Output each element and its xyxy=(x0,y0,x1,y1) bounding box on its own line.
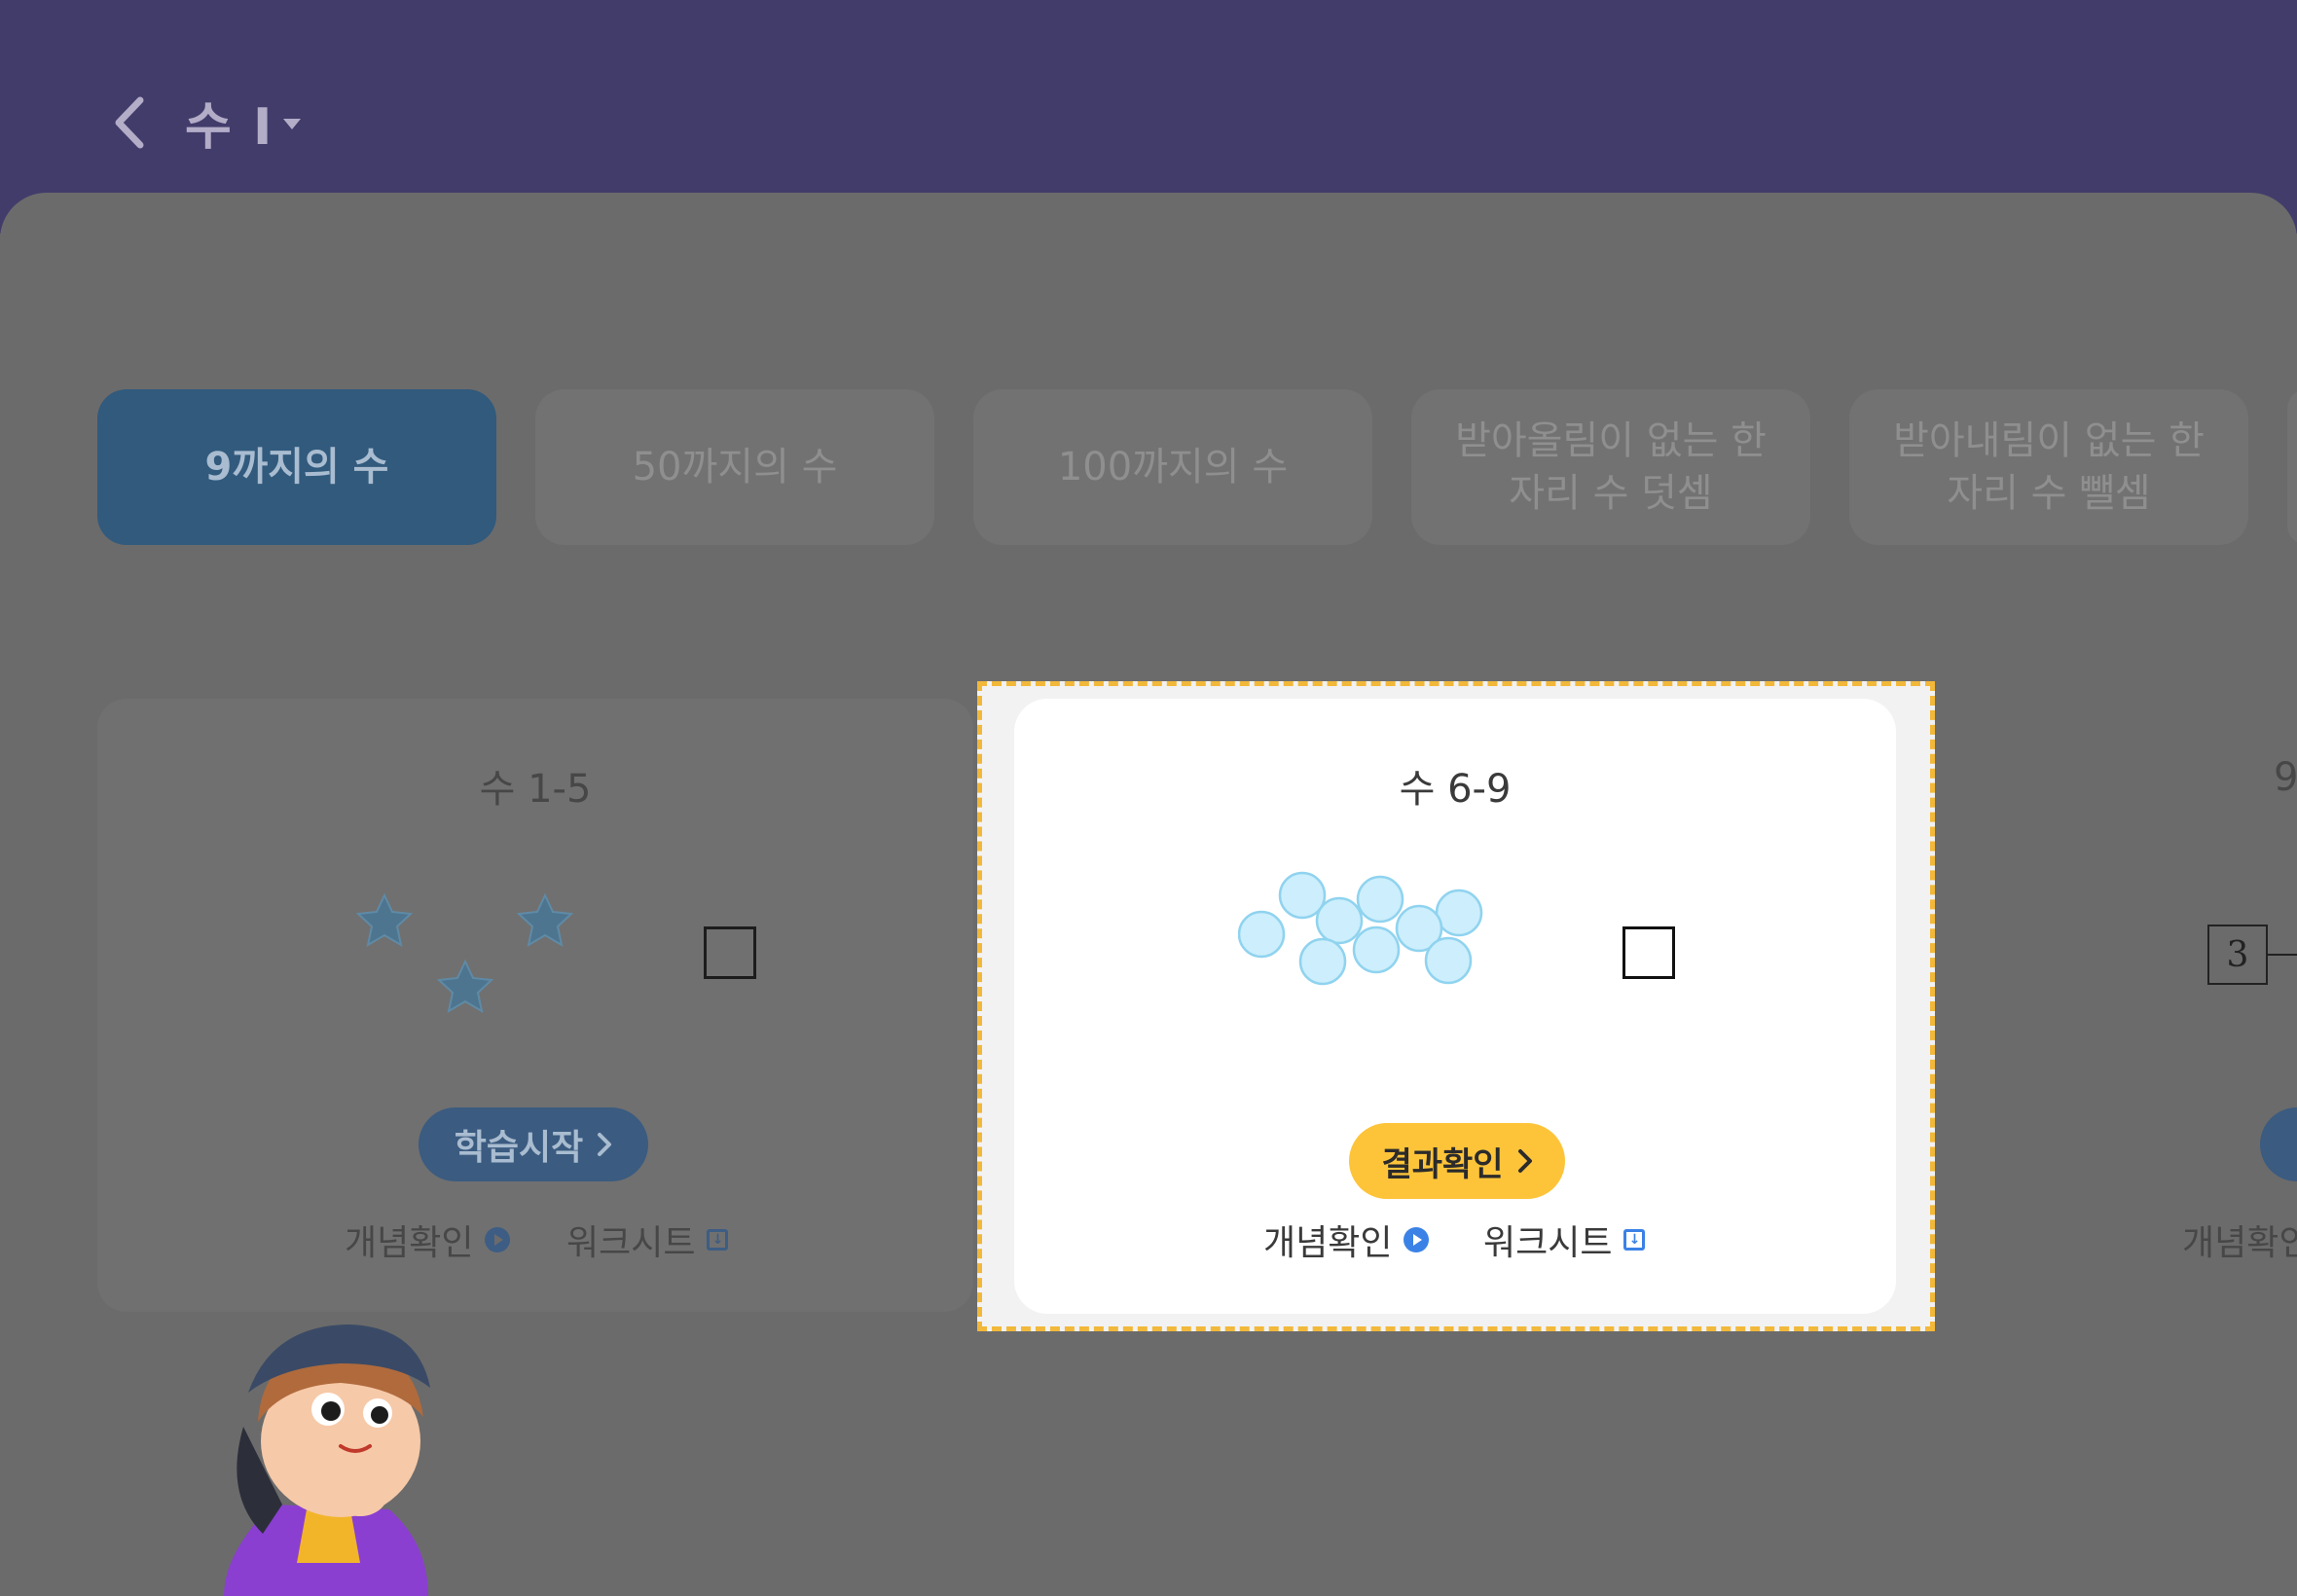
button-label: 결과확인 xyxy=(1381,1144,1504,1184)
tab-label: 50까지의 수 xyxy=(632,445,838,490)
card-title: 수 1-5 xyxy=(479,767,592,812)
chevron-right-icon xyxy=(1517,1149,1532,1173)
lesson-card-6-9: 수 6-9 결과확인 개념확인 워크시트 ↓ xyxy=(1014,699,1896,1314)
back-button[interactable] xyxy=(105,95,152,150)
circle-counter xyxy=(1298,937,1347,986)
chevron-right-icon xyxy=(598,1133,612,1156)
answer-box[interactable] xyxy=(704,926,756,979)
caret-down-icon xyxy=(283,118,302,129)
number-box: 3 xyxy=(2207,925,2268,985)
circle-counter xyxy=(1315,896,1364,945)
tab-label: 받아내림이 없는 한 자리 수 뺄셈 xyxy=(1893,415,2205,520)
circle-counter xyxy=(1424,936,1473,985)
course-title-dropdown[interactable]: 수 I xyxy=(185,90,302,157)
link-label: 워크시트 xyxy=(566,1223,696,1263)
check-result-button[interactable]: 결과확인 xyxy=(1349,1123,1565,1199)
concept-check-link[interactable]: 개념확인 xyxy=(1263,1215,1430,1265)
link-label: 개념확인 xyxy=(345,1223,474,1263)
button-label: 학습시작 xyxy=(454,1128,584,1168)
tab-label-line1: 받아올림이 없는 한 xyxy=(1455,418,1767,463)
download-icon: ↓ xyxy=(1623,1229,1646,1251)
concept-check-link[interactable]: 개념확인 xyxy=(345,1215,511,1265)
star-icon xyxy=(355,892,414,948)
tab-up-to-9[interactable]: 9까지의 수 xyxy=(97,389,496,545)
circle-counter xyxy=(1352,925,1401,974)
worksheet-link[interactable]: 워크시트 ↓ xyxy=(566,1215,729,1265)
chevron-left-icon xyxy=(115,96,144,149)
worksheet-link[interactable]: 워크시트 ↓ xyxy=(1483,1215,1646,1265)
card-title: 9 xyxy=(2274,755,2297,800)
stars-illustration xyxy=(355,892,574,1014)
link-label: 개념확인 xyxy=(1263,1223,1393,1263)
tab-subtraction-no-borrow[interactable]: 받아내림이 없는 한 자리 수 뺄셈 xyxy=(1849,389,2248,545)
connector-line xyxy=(2268,954,2297,956)
start-learning-button[interactable]: 학습시작 xyxy=(419,1107,648,1181)
play-icon xyxy=(485,1227,511,1252)
tab-label: 100까지의 수 xyxy=(1057,445,1289,490)
answer-box[interactable] xyxy=(1622,926,1675,979)
lesson-card-1-5: 수 1-5 학습시작 개념확인 워크시트 ↓ xyxy=(97,699,973,1312)
tab-addition-no-carry[interactable]: 받아올림이 없는 한 자리 수 덧셈 xyxy=(1411,389,1810,545)
tab-up-to-100[interactable]: 100까지의 수 xyxy=(973,389,1372,545)
page-title: 수 I xyxy=(185,97,274,157)
tab-label: 받아올림이 없는 한 자리 수 덧셈 xyxy=(1455,415,1767,520)
tab-partial[interactable] xyxy=(2287,389,2297,545)
tab-label-line2: 자리 수 뺄셈 xyxy=(1947,471,2151,516)
tab-label-line1: 받아내림이 없는 한 xyxy=(1893,418,2205,463)
star-icon xyxy=(516,892,574,948)
download-icon: ↓ xyxy=(707,1229,729,1251)
circles-illustration xyxy=(1238,871,1483,986)
tab-label-line2: 자리 수 덧셈 xyxy=(1509,471,1713,516)
concept-check-link[interactable]: 개념확인 xyxy=(2182,1215,2297,1265)
mascot-character xyxy=(224,1324,430,1596)
tab-label: 9까지의 수 xyxy=(204,445,389,490)
link-label: 워크시트 xyxy=(1483,1223,1613,1263)
star-icon xyxy=(436,959,494,1014)
circle-counter xyxy=(1356,875,1404,924)
play-icon xyxy=(1404,1227,1430,1252)
tab-up-to-50[interactable]: 50까지의 수 xyxy=(535,389,934,545)
circle-counter xyxy=(1238,910,1286,959)
circle-counter xyxy=(1435,889,1483,937)
card-title: 수 6-9 xyxy=(1399,767,1512,812)
